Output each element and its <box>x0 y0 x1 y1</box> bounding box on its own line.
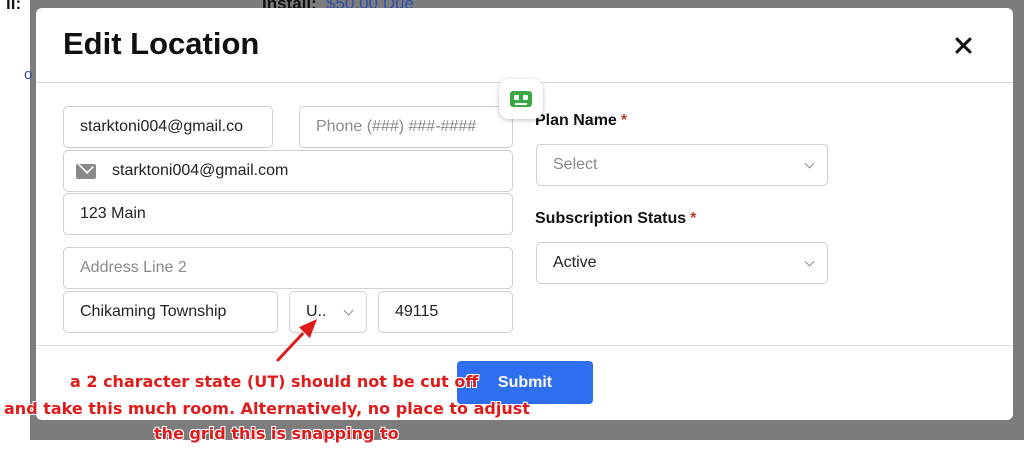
screen: ll: Install: $50.00 Due o Edit Location … <box>0 0 1024 449</box>
annotation-line-2: and take this much room. Alternatively, … <box>4 399 530 418</box>
annotation-line-3: the grid this is snapping to <box>154 424 399 443</box>
annotation-line-1: a 2 character state (UT) should not be c… <box>70 372 479 391</box>
